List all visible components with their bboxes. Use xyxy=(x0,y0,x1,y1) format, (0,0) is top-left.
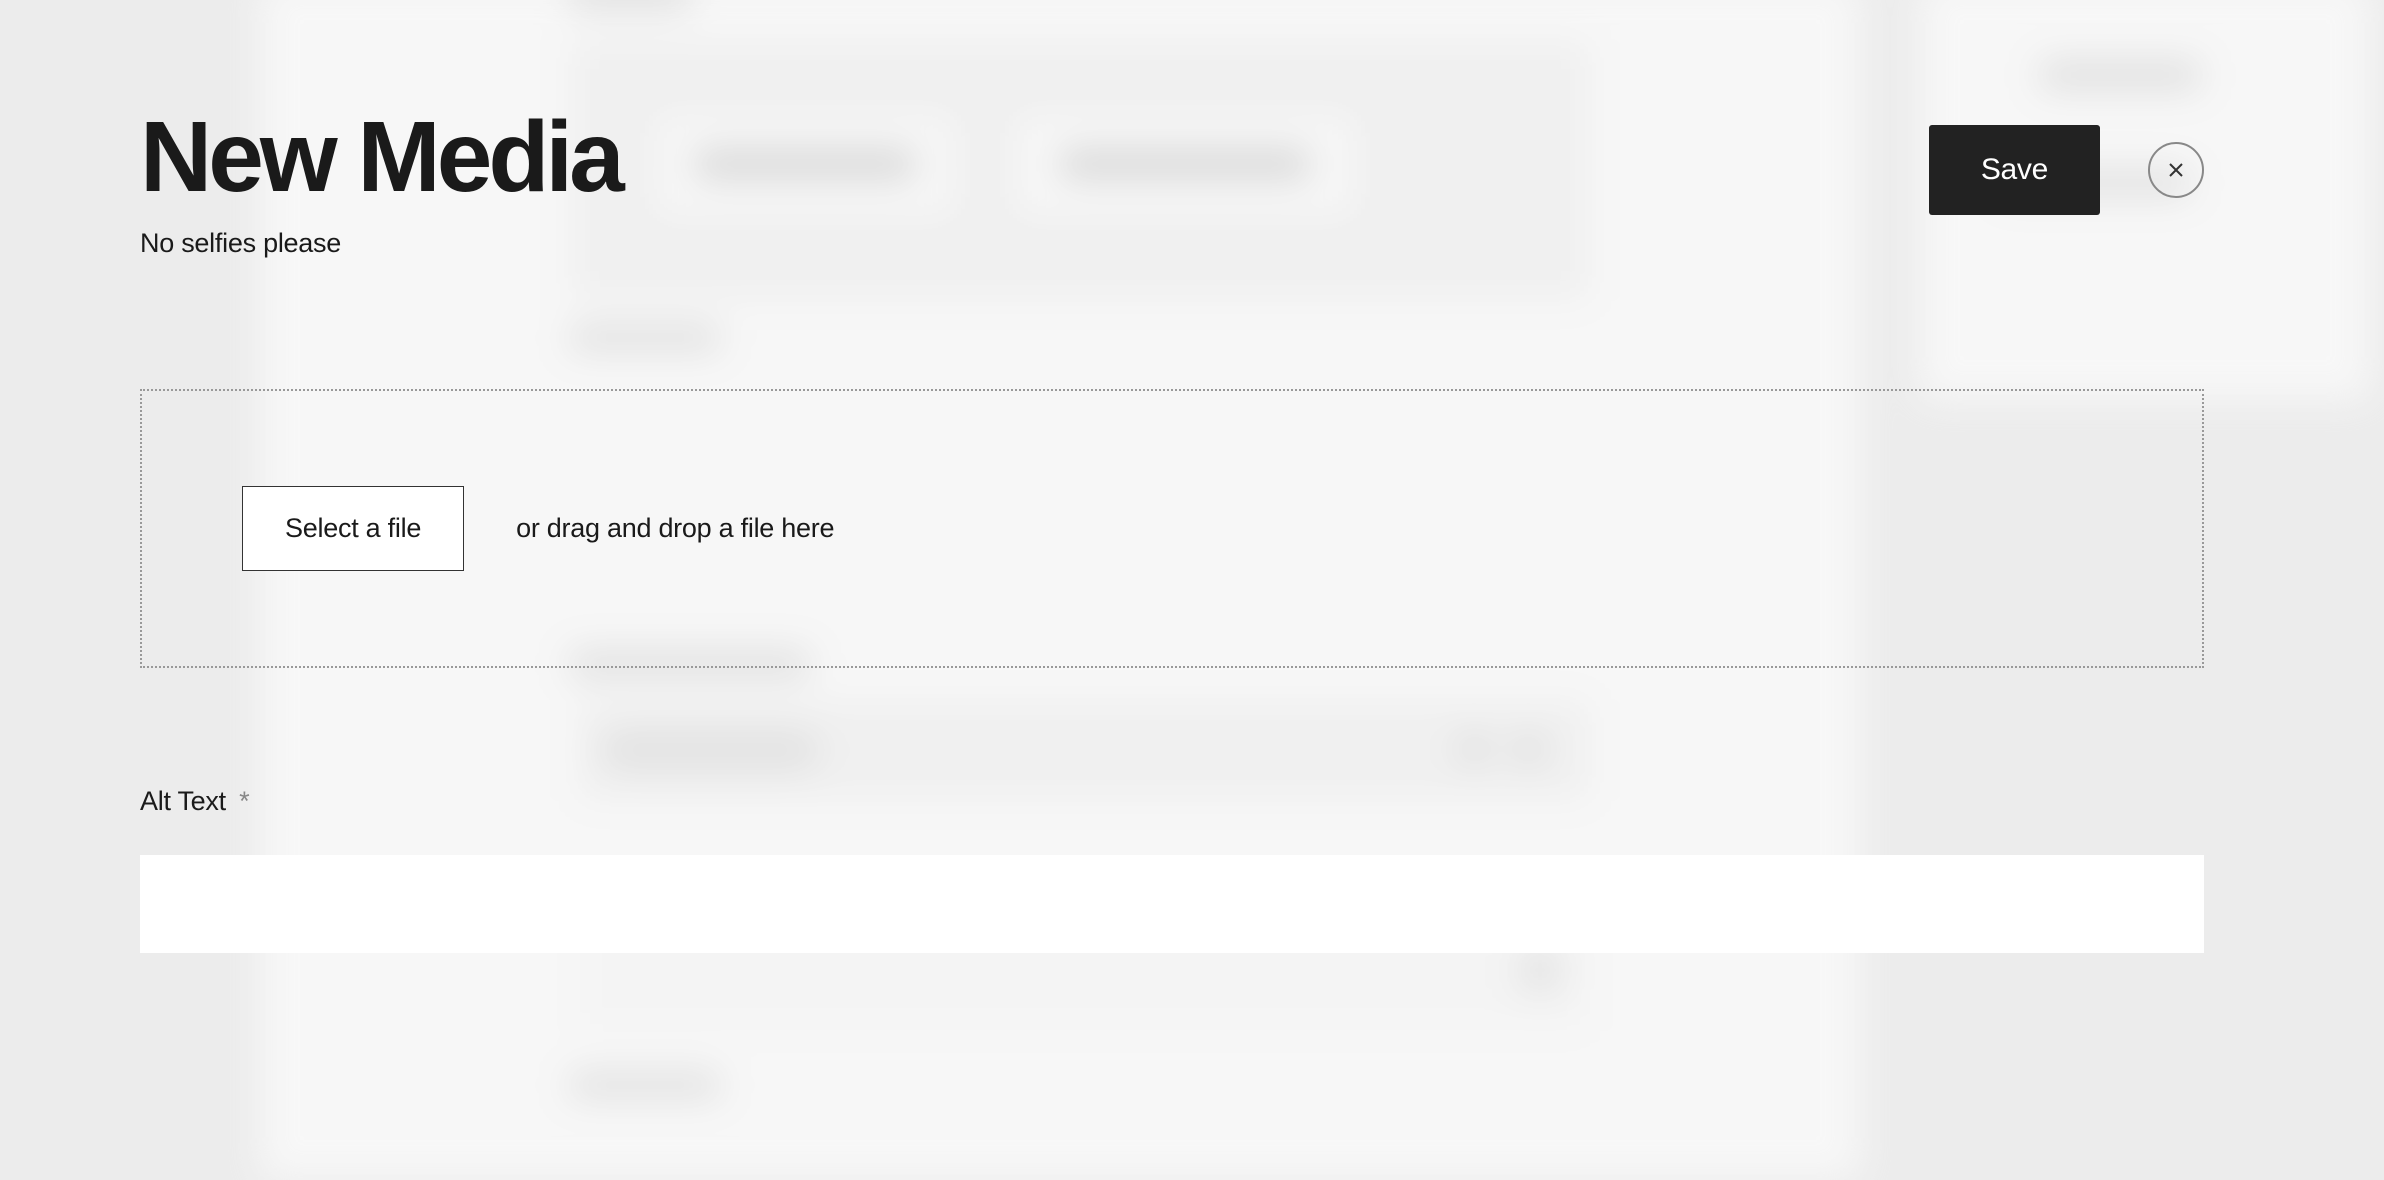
required-marker: * xyxy=(239,786,249,816)
select-file-button[interactable]: Select a file xyxy=(242,486,464,571)
close-icon xyxy=(2166,160,2186,180)
modal-title-group: New Media No selfies please xyxy=(140,105,621,259)
modal-header: New Media No selfies please Save xyxy=(140,105,2204,259)
modal-title: New Media xyxy=(140,105,621,210)
alt-text-input[interactable] xyxy=(140,855,2204,953)
modal-actions: Save xyxy=(1929,125,2204,215)
alt-text-label: Alt Text * xyxy=(140,786,249,816)
dropzone-hint: or drag and drop a file here xyxy=(516,513,834,544)
close-button[interactable] xyxy=(2148,142,2204,198)
file-dropzone[interactable]: Select a file or drag and drop a file he… xyxy=(140,389,2204,668)
modal-subtitle: No selfies please xyxy=(140,228,621,259)
new-media-modal: New Media No selfies please Save Select … xyxy=(140,105,2204,953)
alt-text-label-text: Alt Text xyxy=(140,786,226,816)
save-button[interactable]: Save xyxy=(1929,125,2100,215)
alt-text-field-group: Alt Text * xyxy=(140,786,2204,953)
